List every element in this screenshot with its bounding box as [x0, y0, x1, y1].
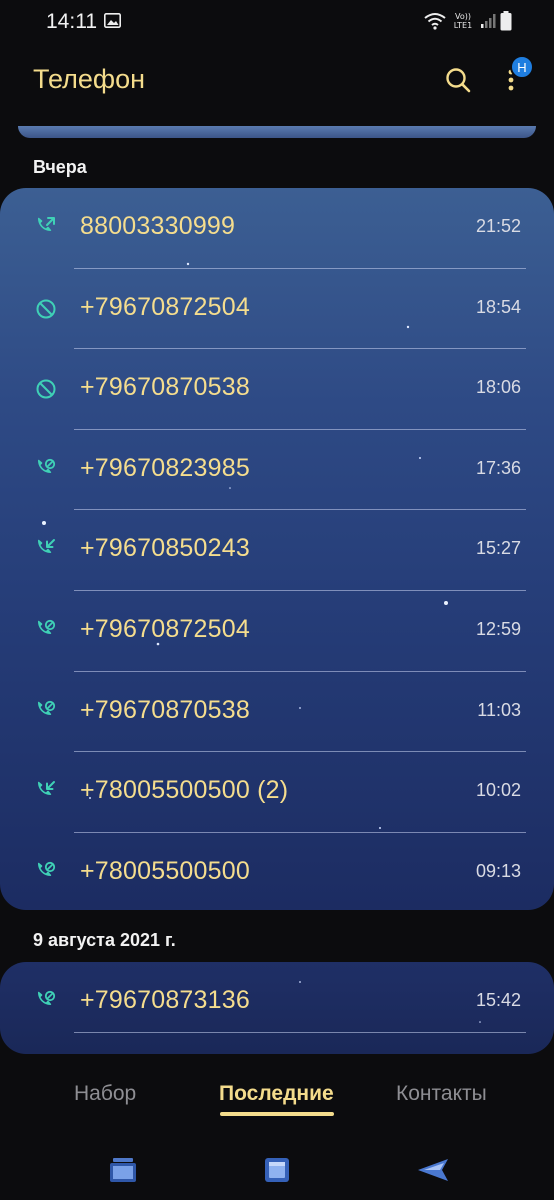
call-log-row[interactable]: +79670870538 18:06	[0, 349, 554, 430]
call-incoming-icon	[38, 781, 55, 796]
call-time: 09:13	[475, 860, 521, 881]
call-log-row[interactable]: 88003330999 21:52	[0, 188, 554, 269]
call-log-row[interactable]: +79670873136 15:42	[0, 962, 554, 1043]
system-navigation-bar	[0, 1140, 554, 1200]
home-button[interactable]	[257, 1154, 297, 1186]
call-number: +79670872504	[80, 292, 250, 321]
call-time: 18:54	[475, 296, 521, 317]
call-time: 15:42	[475, 990, 521, 1010]
battery-icon	[500, 11, 512, 31]
call-rejected-icon	[38, 458, 56, 473]
call-outgoing-icon	[38, 217, 55, 231]
call-number: +78005500500	[80, 856, 250, 885]
call-log-row[interactable]: +78005500500 (2) 10:02	[0, 752, 554, 833]
call-time: 10:02	[475, 780, 521, 801]
call-time: 17:36	[475, 457, 521, 478]
call-log-row[interactable]: +79670870538 11:03	[0, 672, 554, 753]
status-icons: Vo)) LTE1	[424, 10, 512, 32]
call-time: 11:03	[477, 699, 521, 720]
active-tab-indicator	[220, 1112, 334, 1116]
call-log-card: +79670873136 15:42	[0, 962, 554, 1054]
call-number: +79670870538	[80, 373, 250, 402]
status-time: 14:11	[46, 10, 97, 33]
call-number: +78005500500 (2)	[80, 776, 289, 805]
signal-icon	[481, 14, 496, 28]
gallery-notification-icon	[104, 13, 121, 28]
call-log-row[interactable]: +79670872504 18:54	[0, 269, 554, 350]
call-number: +79670870538	[80, 695, 250, 724]
home-icon	[265, 1158, 289, 1182]
call-log-row[interactable]: +79670872504 12:59	[0, 591, 554, 672]
search-button[interactable]	[440, 62, 476, 98]
call-log-row[interactable]: +78005500500 09:13	[0, 833, 554, 910]
call-log-row[interactable]: +79670823985 17:36	[0, 430, 554, 511]
network-label: Vo)) LTE1	[453, 12, 473, 30]
tab-dialer[interactable]: Набор	[74, 1082, 136, 1106]
page-title: Телефон	[33, 64, 146, 94]
call-blocked-icon	[36, 299, 56, 319]
section-header-yesterday: Вчера	[33, 157, 87, 177]
call-rejected-icon	[38, 619, 56, 634]
call-rejected-icon	[38, 990, 56, 1005]
call-number: +79670850243	[80, 534, 250, 563]
tab-recents[interactable]: Последние	[219, 1082, 334, 1106]
recent-apps-button[interactable]	[103, 1154, 143, 1186]
previous-card-edge	[18, 126, 536, 138]
row-divider	[74, 1031, 526, 1033]
tab-contacts[interactable]: Контакты	[396, 1082, 487, 1106]
wifi-icon	[424, 13, 446, 30]
call-time: 15:27	[475, 538, 521, 559]
call-number: +79670872504	[80, 615, 250, 643]
section-header-aug-9: 9 августа 2021 г.	[33, 930, 176, 950]
call-number: 88003330999	[80, 212, 236, 240]
call-number: +79670823985	[80, 453, 250, 482]
back-button[interactable]	[413, 1154, 453, 1186]
call-time: 21:52	[475, 216, 521, 236]
recent-apps-icon	[110, 1158, 136, 1182]
call-time: 12:59	[475, 619, 521, 639]
call-blocked-icon	[36, 379, 56, 399]
status-bar: 14:11 Vo)) LTE1	[0, 0, 554, 46]
call-time: 18:06	[475, 377, 521, 398]
notification-badge: H	[510, 55, 534, 79]
call-incoming-icon	[38, 539, 55, 554]
call-log-card: 88003330999 21:52 +79670872504 18:54 +796708…	[0, 188, 554, 910]
call-number: +79670873136	[80, 986, 250, 1014]
call-rejected-icon	[38, 700, 56, 715]
back-icon	[418, 1159, 448, 1181]
search-icon	[446, 68, 471, 93]
call-rejected-icon	[38, 861, 56, 876]
bottom-tabs: Набор Последние Контакты	[0, 1070, 554, 1130]
call-log-row[interactable]: +79670850243 15:27	[0, 510, 554, 591]
